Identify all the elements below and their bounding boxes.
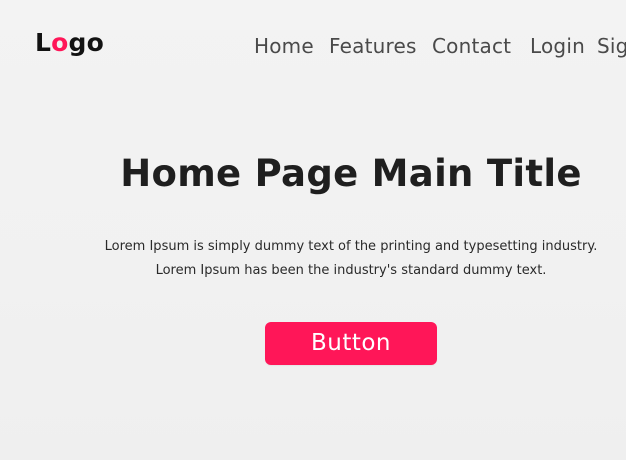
logo-letter-l: L [35,28,52,57]
hero-title: Home Page Main Title [120,152,582,195]
logo-letter-o-accent: o [51,28,69,57]
hero-description-line-1: Lorem Ipsum is simply dummy text of the … [104,239,598,254]
hero-button[interactable]: Button [265,322,437,365]
nav-link-features[interactable]: Features [329,34,417,58]
hero-description: Lorem Ipsum is simply dummy text of the … [0,235,626,283]
site-logo[interactable]: Logo [35,28,104,57]
logo-letters-go: go [68,28,105,57]
nav-link-signup[interactable]: Sig [597,34,626,58]
hero-description-line-2: Lorem Ipsum has been the industry's stan… [155,263,547,278]
landing-page: Logo Home Features Contact Login Sig Hom… [0,0,626,460]
nav-link-contact[interactable]: Contact [432,34,511,58]
nav-link-login[interactable]: Login [530,34,585,58]
nav-link-home[interactable]: Home [254,34,314,58]
